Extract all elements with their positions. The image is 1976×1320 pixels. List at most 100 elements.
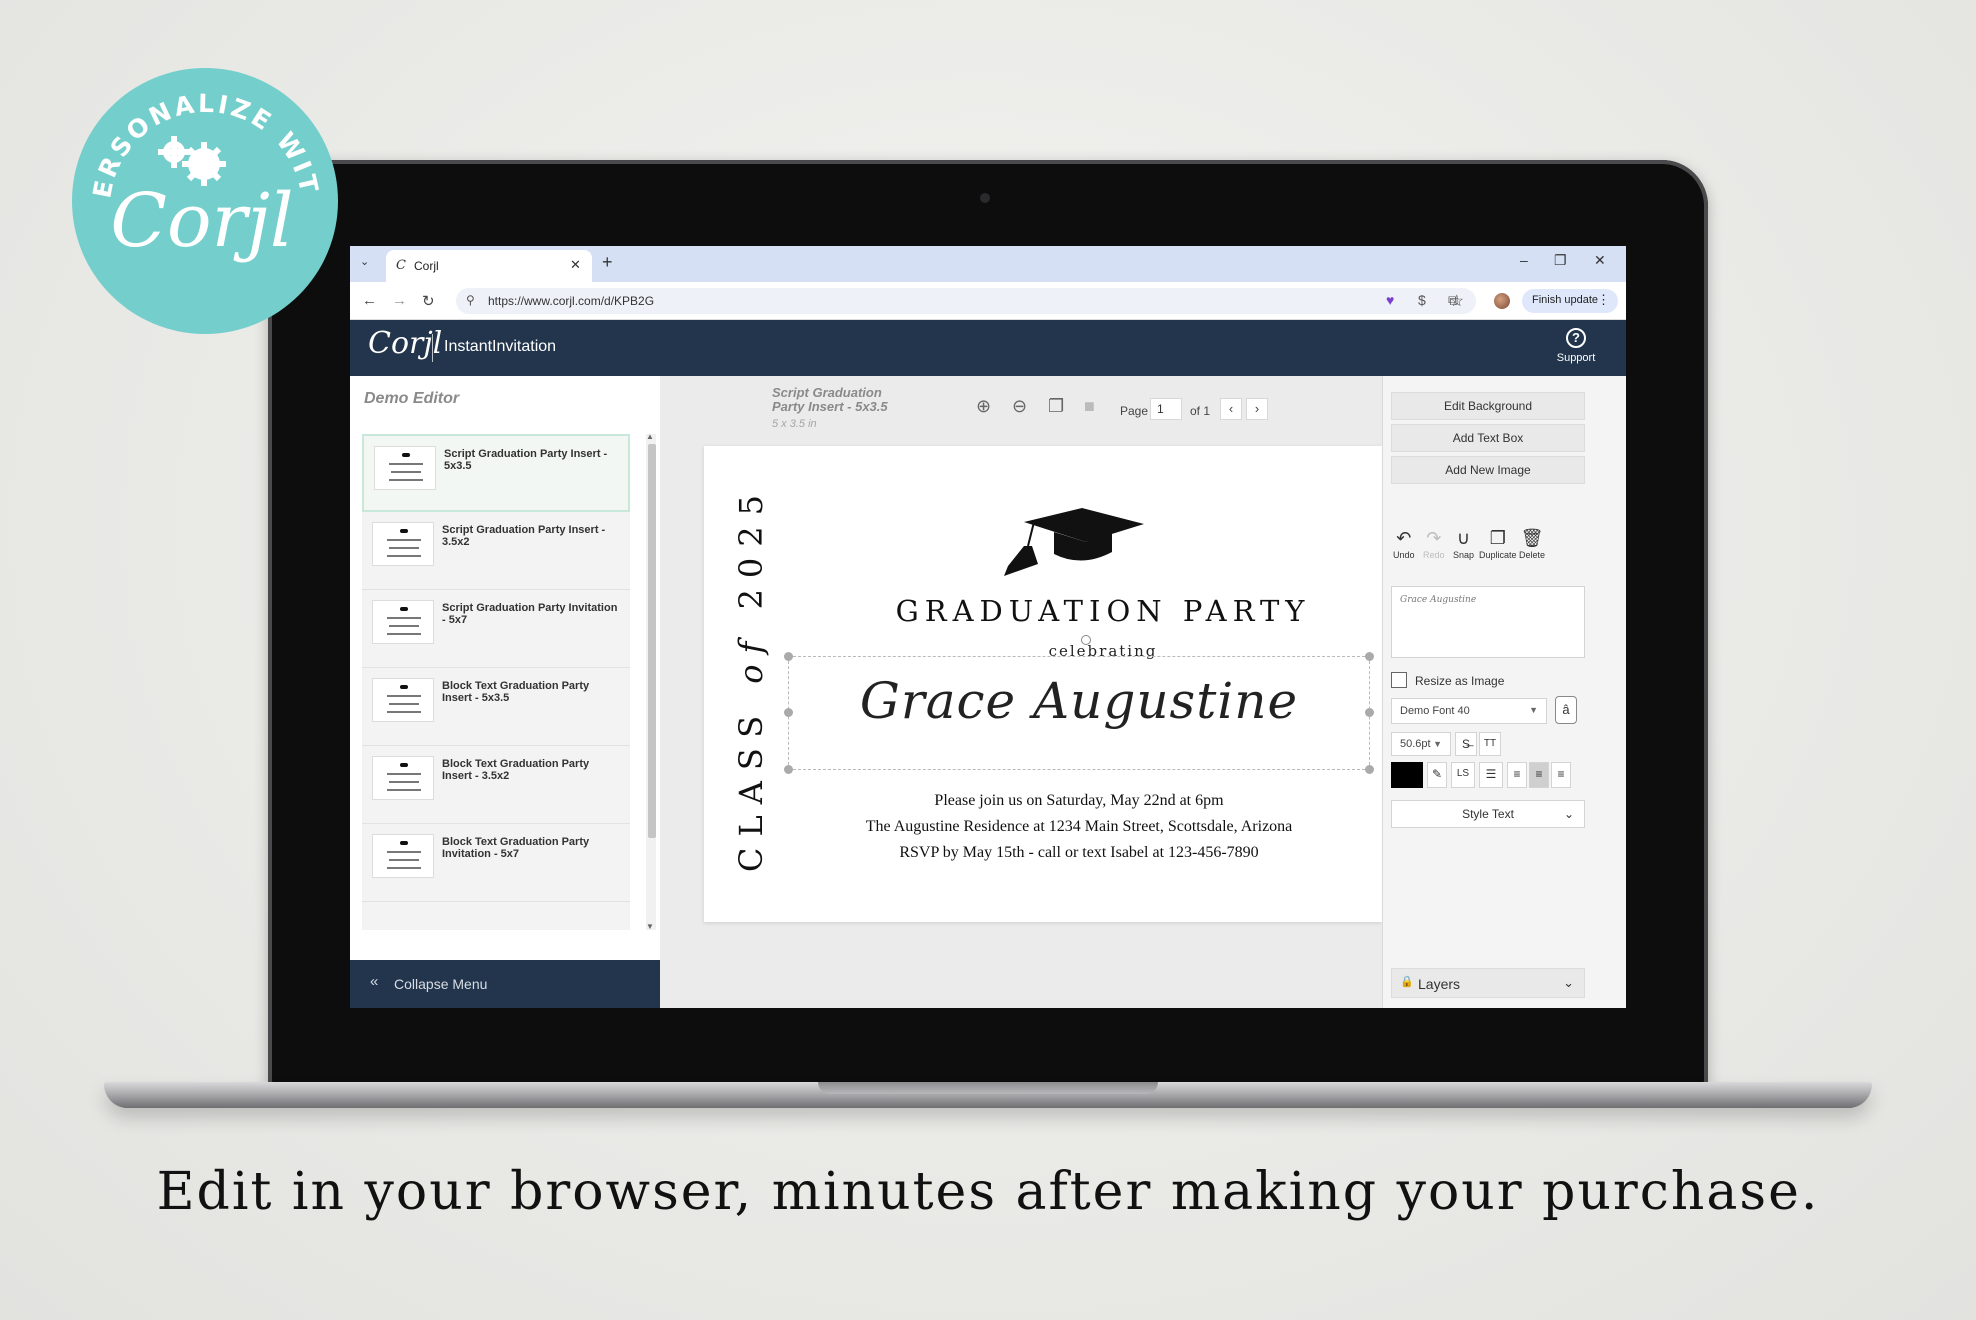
zoom-out-icon[interactable]: ⊖ xyxy=(1012,396,1027,417)
rotate-handle[interactable] xyxy=(1081,635,1091,645)
undo-label: Undo xyxy=(1393,550,1415,560)
template-label: Script Graduation Party Insert - 5x3.5 xyxy=(444,448,608,472)
line-height-icon[interactable]: ☰ xyxy=(1479,762,1503,788)
class-of-vertical-text[interactable]: CLASS of 2025 xyxy=(732,484,770,872)
align-center-icon[interactable]: ≡ xyxy=(1529,762,1549,788)
add-text-box-button[interactable]: Add Text Box xyxy=(1391,424,1585,452)
zoom-in-icon[interactable]: ⊕ xyxy=(976,396,991,417)
template-item[interactable]: Script Graduation Party Invitation - 5x7 xyxy=(362,590,630,668)
back-icon[interactable]: ← xyxy=(362,292,377,309)
font-family-select[interactable]: Demo Font 40 ▼ xyxy=(1391,698,1547,724)
profile-avatar[interactable] xyxy=(1494,293,1510,309)
details-line-2[interactable]: The Augustine Residence at 1234 Main Str… xyxy=(788,818,1370,836)
strikethrough-icon[interactable]: S̶ xyxy=(1455,732,1477,756)
reload-icon[interactable]: ↻ xyxy=(422,292,435,310)
new-tab-icon[interactable]: + xyxy=(602,252,613,273)
extension-icon[interactable]: ♥ xyxy=(1386,292,1394,308)
font-size-select[interactable]: 50.6pt ▼ xyxy=(1391,732,1451,756)
chevron-down-icon: ⌄ xyxy=(1563,975,1574,990)
close-icon[interactable]: ✕ xyxy=(570,257,581,273)
template-label: Block Text Graduation Party Insert - 5x3… xyxy=(442,680,590,704)
template-label: Block Text Graduation Party Invitation -… xyxy=(442,836,590,860)
site-info-icon[interactable]: ⚲ xyxy=(466,293,475,307)
invitation-card[interactable]: CLASS of 2025 GRADUATION PARTY celebrati… xyxy=(704,446,1382,922)
resize-as-image-label: Resize as Image xyxy=(1415,674,1505,688)
align-left-icon[interactable]: ≡ xyxy=(1507,762,1527,788)
restore-icon[interactable]: ❐ xyxy=(1554,252,1567,269)
layers-dropdown[interactable]: 🔒 Layers ⌄ xyxy=(1391,968,1585,998)
page-number-input[interactable]: 1 xyxy=(1150,398,1182,420)
letter-spacing-icon[interactable]: LS xyxy=(1451,762,1475,788)
template-thumbnail xyxy=(372,834,434,878)
align-right-icon[interactable]: ≡ xyxy=(1551,762,1571,788)
more-vert-icon[interactable]: ⋮ xyxy=(1597,292,1610,308)
template-item[interactable]: Block Text Graduation Party Insert - 5x3… xyxy=(362,668,630,746)
text-edit-field[interactable]: Grace Augustine xyxy=(1391,586,1585,658)
template-item[interactable]: Block Text Graduation Party Invitation -… xyxy=(362,824,630,902)
forward-icon[interactable]: → xyxy=(392,292,407,309)
scroll-down-icon[interactable]: ▼ xyxy=(646,922,654,931)
details-line-3[interactable]: RSVP by May 15th - call or text Isabel a… xyxy=(788,844,1370,862)
resize-handle[interactable] xyxy=(784,765,793,774)
finish-update-button[interactable]: Finish update ⋮ xyxy=(1522,289,1618,313)
resize-handle[interactable] xyxy=(784,652,793,661)
party-title[interactable]: GRADUATION PARTY xyxy=(704,594,1382,628)
template-item[interactable]: Script Graduation Party Insert - 3.5x2 xyxy=(362,512,630,590)
template-thumbnail xyxy=(374,446,436,490)
prev-page-button[interactable]: ‹ xyxy=(1220,398,1242,420)
font-lock-icon[interactable]: â xyxy=(1555,696,1577,724)
double-chevron-left-icon: « xyxy=(370,973,379,990)
template-thumbnail xyxy=(372,600,434,644)
snap-button[interactable]: ∪ Snap xyxy=(1453,528,1474,560)
redo-button[interactable]: ↷ Redo xyxy=(1423,528,1445,560)
help-icon: ? xyxy=(1566,328,1586,348)
template-label: Block Text Graduation Party Insert - 3.5… xyxy=(442,758,590,782)
scroll-up-icon[interactable]: ▲ xyxy=(646,432,654,441)
resize-handle[interactable] xyxy=(1365,765,1374,774)
next-page-button[interactable]: › xyxy=(1246,398,1268,420)
resize-handle[interactable] xyxy=(1365,652,1374,661)
details-line-1[interactable]: Please join us on Saturday, May 22nd at … xyxy=(788,792,1370,810)
properties-panel: Edit Background Add Text Box Add New Ima… xyxy=(1382,376,1626,1008)
uppercase-icon[interactable]: TT xyxy=(1479,732,1501,756)
chevron-down-icon: ▼ xyxy=(1529,705,1538,715)
support-button[interactable]: ? Support xyxy=(1546,328,1606,364)
template-item[interactable]: Block Text Graduation Party Insert - 3.5… xyxy=(362,746,630,824)
eyedropper-icon[interactable]: ✎ xyxy=(1427,762,1447,788)
tab-search-icon[interactable]: ⌄ xyxy=(360,255,369,268)
browser-tab[interactable]: C Corjl ✕ xyxy=(386,250,592,282)
puzzle-icon[interactable]: ⧉ xyxy=(1448,292,1458,309)
font-size-value: 50.6pt xyxy=(1400,738,1431,750)
template-item[interactable] xyxy=(362,902,630,930)
template-item[interactable]: Script Graduation Party Insert - 5x3.5 xyxy=(362,434,630,512)
style-text-dropdown[interactable]: Style Text ⌄ xyxy=(1391,800,1585,828)
duplicate-button[interactable]: ❐ Duplicate xyxy=(1479,528,1517,560)
copy-page-icon[interactable]: ❐ xyxy=(1048,396,1064,417)
add-new-image-button[interactable]: Add New Image xyxy=(1391,456,1585,484)
magnet-icon: ∪ xyxy=(1456,528,1471,548)
extension-s-icon[interactable]: $ xyxy=(1418,292,1426,308)
chevron-down-icon: ▼ xyxy=(1433,739,1442,749)
window-close-icon[interactable]: ✕ xyxy=(1594,252,1606,269)
template-thumbnail xyxy=(372,756,434,800)
graduation-cap-icon[interactable] xyxy=(994,502,1154,582)
minimize-icon[interactable]: – xyxy=(1520,252,1528,268)
text-color-swatch[interactable] xyxy=(1391,762,1423,788)
layers-label: Layers xyxy=(1418,976,1461,992)
url-field[interactable]: ⚲ https://www.corjl.com/d/KPB2G ☆ xyxy=(456,288,1476,314)
delete-page-icon[interactable]: ■ xyxy=(1084,396,1095,417)
badge-graphic: PERSONALIZE WITH Corjl xyxy=(72,68,321,264)
undo-button[interactable]: ↶ Undo xyxy=(1393,528,1415,560)
support-label: Support xyxy=(1556,352,1596,364)
collapse-menu-button[interactable]: « Collapse Menu xyxy=(350,960,660,1008)
honoree-name[interactable]: Grace Augustine xyxy=(788,672,1370,730)
resize-as-image-checkbox[interactable] xyxy=(1391,672,1407,688)
delete-button[interactable]: 🗑 Delete xyxy=(1519,528,1545,560)
edit-background-button[interactable]: Edit Background xyxy=(1391,392,1585,420)
duplicate-label: Duplicate xyxy=(1479,550,1517,560)
app-header: Corjl InstantInvitation ? Support xyxy=(350,320,1626,376)
sidebar-scrollbar-thumb[interactable] xyxy=(648,444,656,838)
app-name: InstantInvitation xyxy=(444,338,557,355)
template-sidebar: Demo Editor Script Graduation Party Inse… xyxy=(350,376,660,1008)
badge-logo: Corjl xyxy=(110,178,293,264)
